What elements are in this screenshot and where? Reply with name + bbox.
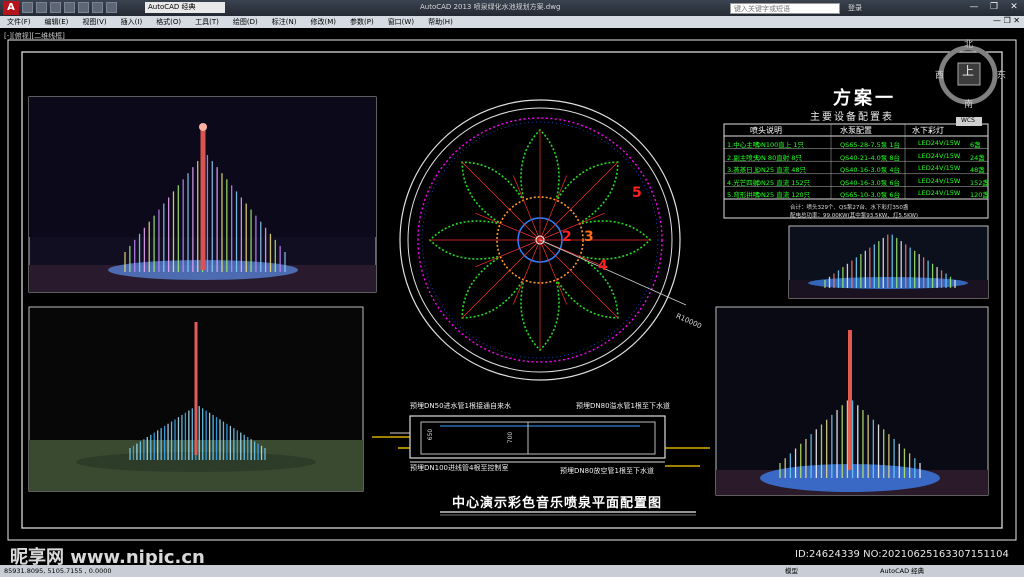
table-cell: LED24V/15W — [918, 164, 961, 173]
coordinate-readout: 85931.8095, 5105.7155 , 0.0000 — [4, 567, 112, 575]
table-cell: 2.副主喷头 — [727, 153, 760, 162]
viewcube-south[interactable]: 南 — [964, 97, 973, 110]
label-3: 3 — [584, 229, 594, 245]
table-cell: QS40-21-4.0泵 8台 — [840, 153, 901, 162]
viewcube-north[interactable]: 北 — [964, 37, 973, 50]
plan-title: 方案一 — [833, 88, 896, 109]
table-cell: QS40-16-3.0泵 6台 — [840, 178, 901, 187]
pipe-ray — [461, 239, 541, 319]
dimension-700: 700 — [507, 431, 515, 444]
table-footer-power: 配电总功率：99.00KW(其中泵93.5KW、灯5.5KW) — [790, 213, 919, 219]
table-cell: DN100直上 1只 — [756, 141, 804, 149]
label-1: 2 — [562, 229, 572, 245]
watermark-right: ID:24624339 NO:20210625163307151104 — [795, 549, 1009, 560]
pipe-ray — [539, 239, 619, 319]
table-cell: 1.中心主喷 — [727, 141, 760, 149]
table-cell: QS65-28-7.5泵 1台 — [840, 141, 901, 149]
table-cell: DN25 直流 48只 — [756, 166, 807, 175]
viewcube — [938, 45, 998, 126]
pool-section-drawing — [372, 415, 710, 467]
label-4: 4 — [598, 258, 608, 274]
table-cell: QS40-16-3.0泵 4台 — [840, 166, 901, 175]
render-photo-3 — [788, 225, 989, 299]
table-cell: 152盏 — [970, 178, 989, 187]
table-cell: DN25 直流 152只 — [756, 178, 811, 187]
table-cell: 4.光芒四射 — [727, 178, 760, 187]
table-cell: LED24V/15W — [918, 139, 961, 147]
table-cell: 6盏 — [970, 141, 981, 149]
table-cell: LED24V/15W — [918, 176, 961, 185]
table-cell: LED24V/15W — [918, 151, 961, 160]
pipe-ray — [461, 161, 541, 241]
pipe-ray — [539, 161, 619, 241]
render-photo-2 — [28, 306, 364, 492]
note-drain: 预埋DN80放空管1根至下水道 — [560, 467, 654, 475]
table-cell: 120盏 — [970, 191, 989, 200]
table-cell: QS65-10-3.0泵 6台 — [840, 191, 901, 200]
table-cell: DN25 直流 120只 — [756, 191, 811, 200]
note-overflow: 预埋DN80溢水管1根至下水道 — [576, 402, 670, 410]
wcs-menu-button[interactable]: WCS — [961, 117, 975, 124]
table-header-light: 水下彩灯 — [912, 126, 944, 135]
table-header-nozzle: 喷头说明 — [750, 126, 782, 135]
table-cell: 48盏 — [970, 166, 985, 175]
dimension-650: 650 — [427, 428, 435, 441]
viewcube-east[interactable]: 东 — [997, 68, 1006, 81]
table-cell: DN 80直射 8只 — [756, 153, 802, 162]
table-cell: 24盏 — [970, 153, 985, 162]
table-header-pump: 水泵配置 — [840, 126, 872, 135]
drawing-title: 中心演示彩色音乐喷泉平面配置图 — [452, 496, 663, 511]
table-cell: LED24V/15W — [918, 189, 961, 198]
workspace-switch[interactable]: AutoCAD 经典 — [880, 565, 924, 577]
render-photo-1 — [28, 96, 377, 293]
render-photo-4 — [715, 306, 989, 496]
viewcube-face-top[interactable]: 上 — [962, 62, 974, 79]
model-toggle[interactable]: 模型 — [785, 565, 798, 577]
radius-dimension-line — [539, 239, 687, 306]
status-bar: 85931.8095, 5105.7155 , 0.0000 模型 AutoCA… — [0, 565, 1024, 577]
fountain-plan — [399, 99, 687, 381]
note-conduit: 预埋DN100进线管4根至控制室 — [410, 464, 509, 472]
label-5: 5 — [632, 185, 642, 201]
table-title: 主要设备配置表 — [810, 112, 894, 123]
table-cell: 3.蒸蒸日上 — [727, 166, 760, 175]
table-footer-total: 合计：喷头329个、QS泵27台、水下彩灯350盏 — [790, 205, 909, 211]
viewcube-west[interactable]: 西 — [935, 68, 944, 81]
note-inlet: 预埋DN50进水管1根接通自来水 — [410, 402, 511, 410]
table-cell: 5.弯形拱喷 — [727, 191, 760, 200]
